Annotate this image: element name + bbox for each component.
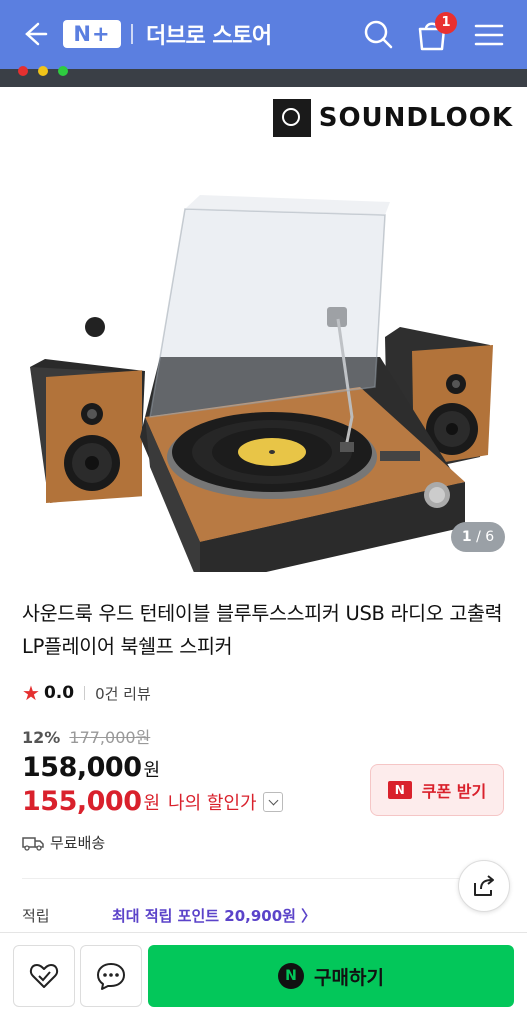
naver-pay-icon: N [278,963,305,989]
buy-button[interactable]: N 구매하기 [148,945,514,1007]
sale-price-value: 158,000 [22,752,142,783]
product-title: 사운드룩 우드 턴테이블 블루투스스피커 USB 라디오 고출력 LP플레이어 … [22,602,503,658]
search-icon[interactable] [361,17,395,51]
review-count[interactable]: 0건 리뷰 [95,683,151,704]
hamburger-menu-icon[interactable] [472,18,506,52]
logo-divider [131,24,133,44]
truck-icon [22,836,44,851]
yellow-dot [38,66,48,76]
turntable-product-image [30,195,493,572]
top-header: N+ 더브로 스토어 1 [0,0,527,69]
my-price-unit: 원 [143,792,161,814]
chat-bubble-icon [97,963,125,990]
store-name[interactable]: 더브로 스토어 [146,18,272,50]
max-points-link[interactable]: 최대 적립 포인트 20,900원 〉 [112,905,316,926]
counter-current: 1 [461,529,472,545]
my-price-label: 나의 할인가 [168,792,257,814]
heart-check-icon [29,964,59,988]
rating-divider [84,686,86,700]
my-discount-price: 155,000 원 나의 할인가 [22,786,283,817]
share-icon [474,875,494,896]
divider [22,878,505,879]
talk-button[interactable] [80,945,142,1007]
shipping-info: 무료배송 [22,832,105,853]
cart-count-badge: 1 [435,12,457,34]
my-price-value: 155,000 [22,786,142,817]
counter-total: / 6 [476,529,495,545]
share-button[interactable] [458,860,510,912]
star-icon: ★ [22,681,40,705]
image-page-counter: 1 / 6 [451,522,505,552]
sale-price-unit: 원 [143,760,160,781]
wishlist-button[interactable] [13,945,75,1007]
shipping-label: 무료배송 [50,834,106,852]
original-price: 177,000원 [69,728,151,747]
rating-value: 0.0 [43,683,75,703]
coupon-label: 쿠폰 받기 [421,782,487,801]
product-image-carousel[interactable]: SOUNDLOOK 1 / 6 [0,87,527,572]
back-arrow-icon[interactable] [16,17,50,51]
chevron-down-icon[interactable] [262,791,283,812]
bottom-action-bar: N 구매하기 [0,932,527,1024]
points-label: 적립 [22,907,50,925]
discount-percent: 12% [22,728,61,747]
buy-label: 구매하기 [314,966,384,989]
coupon-button[interactable]: N 쿠폰 받기 [370,764,504,816]
dark-strip [0,69,527,87]
naver-plus-logo[interactable]: N+ [63,20,121,48]
sale-price: 158,000 원 [22,752,160,783]
discount-line: 12% 177,000원 [22,724,150,748]
red-dot [18,66,28,76]
rating-row[interactable]: ★ 0.0 0건 리뷰 [22,681,151,705]
green-dot [58,66,68,76]
naver-n-icon: N [387,781,412,799]
